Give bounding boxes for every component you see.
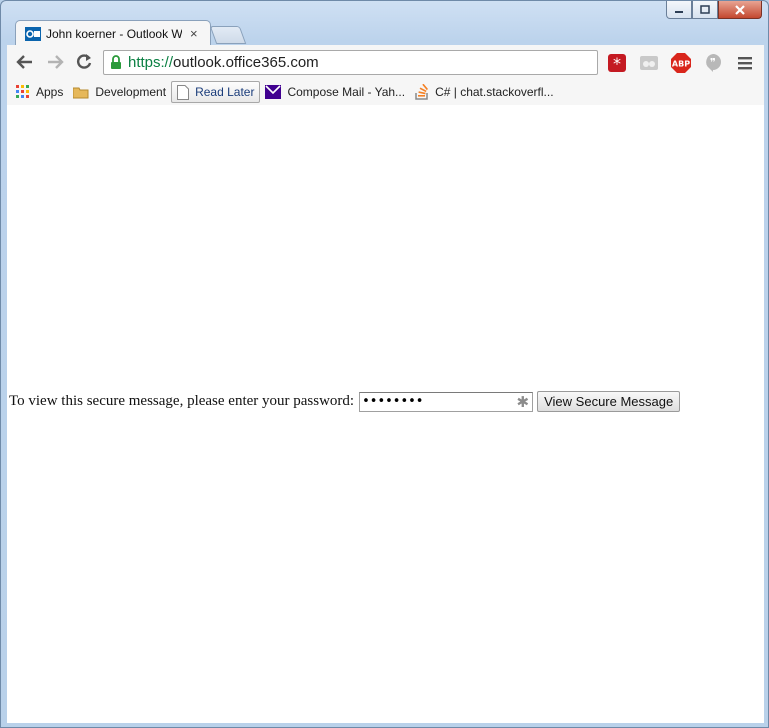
reload-icon bbox=[77, 54, 92, 69]
tab-title: John koerner - Outlook W bbox=[46, 26, 182, 41]
back-arrow-icon bbox=[16, 55, 32, 69]
maximize-icon bbox=[700, 5, 710, 14]
url-host: outlook.office365.com bbox=[173, 54, 319, 71]
hangouts-icon: ❞ bbox=[706, 54, 721, 72]
reload-button[interactable] bbox=[74, 52, 94, 72]
bookmark-development[interactable]: Development bbox=[68, 81, 171, 103]
password-prompt: To view this secure message, please ente… bbox=[9, 393, 355, 409]
minimize-icon bbox=[675, 10, 683, 13]
lastpass-button[interactable]: * bbox=[607, 53, 627, 73]
svg-text:❞: ❞ bbox=[710, 56, 716, 69]
bookmark-label: Compose Mail - Yah... bbox=[287, 85, 406, 99]
tab-close-icon[interactable]: × bbox=[190, 26, 198, 41]
svg-text:*: * bbox=[613, 54, 621, 72]
password-form: To view this secure message, please ente… bbox=[9, 391, 681, 412]
browser-tab[interactable]: John koerner - Outlook W × bbox=[15, 20, 211, 46]
apps-grid-icon bbox=[16, 85, 30, 99]
folder-icon bbox=[73, 86, 89, 99]
bookmark-label: C# | chat.stackoverfl... bbox=[435, 85, 554, 99]
bookmark-manager-icon bbox=[640, 56, 658, 70]
address-bar[interactable]: https:// outlook.office365.com bbox=[103, 50, 598, 75]
bookmark-label: Apps bbox=[36, 85, 64, 99]
bookmark-apps[interactable]: Apps bbox=[11, 81, 68, 103]
hangouts-button[interactable]: ❞ bbox=[703, 53, 723, 73]
outlook-icon bbox=[25, 26, 41, 41]
page-content: To view this secure message, please ente… bbox=[7, 105, 764, 723]
close-window-button[interactable] bbox=[718, 1, 762, 19]
minimize-button[interactable] bbox=[666, 1, 692, 19]
lock-icon bbox=[111, 55, 121, 69]
bookmark-manager-button[interactable] bbox=[639, 53, 659, 73]
bookmark-label: Read Later bbox=[195, 85, 255, 99]
forward-arrow-icon bbox=[48, 55, 64, 69]
bookmarks-bar: Apps Development Read Later Compose Mail… bbox=[7, 79, 764, 106]
lastpass-field-icon[interactable]: ✱ bbox=[517, 393, 530, 411]
chrome-menu-button[interactable] bbox=[735, 53, 755, 73]
window-controls bbox=[666, 1, 762, 21]
lastpass-icon: * bbox=[608, 54, 626, 72]
stackoverflow-icon bbox=[415, 84, 429, 100]
view-secure-message-button[interactable]: View Secure Message bbox=[537, 391, 681, 412]
close-icon bbox=[735, 4, 745, 15]
password-field-wrapper: ✱ bbox=[354, 391, 534, 412]
bookmark-stackoverflow-chat[interactable]: C# | chat.stackoverfl... bbox=[410, 81, 559, 103]
password-input[interactable] bbox=[359, 391, 534, 412]
bookmark-yahoo-mail[interactable]: Compose Mail - Yah... bbox=[260, 81, 410, 103]
forward-button[interactable] bbox=[45, 52, 65, 72]
bookmark-read-later[interactable]: Read Later bbox=[171, 81, 261, 103]
bookmark-label: Development bbox=[95, 85, 167, 99]
back-button[interactable] bbox=[15, 52, 35, 72]
yahoo-mail-icon bbox=[265, 85, 282, 99]
url-scheme: https:// bbox=[128, 54, 174, 71]
svg-text:ABP: ABP bbox=[672, 60, 690, 69]
adblock-plus-icon: ABP bbox=[671, 53, 691, 73]
adblock-plus-button[interactable]: ABP bbox=[671, 53, 691, 73]
maximize-button[interactable] bbox=[692, 1, 718, 19]
browser-toolbar: https:// outlook.office365.com * ABP ❞ bbox=[7, 45, 764, 79]
page-icon bbox=[177, 84, 190, 100]
menu-icon bbox=[738, 57, 752, 70]
new-tab-button[interactable] bbox=[209, 26, 247, 44]
browser-window: John koerner - Outlook W × https:// outl… bbox=[0, 0, 769, 728]
